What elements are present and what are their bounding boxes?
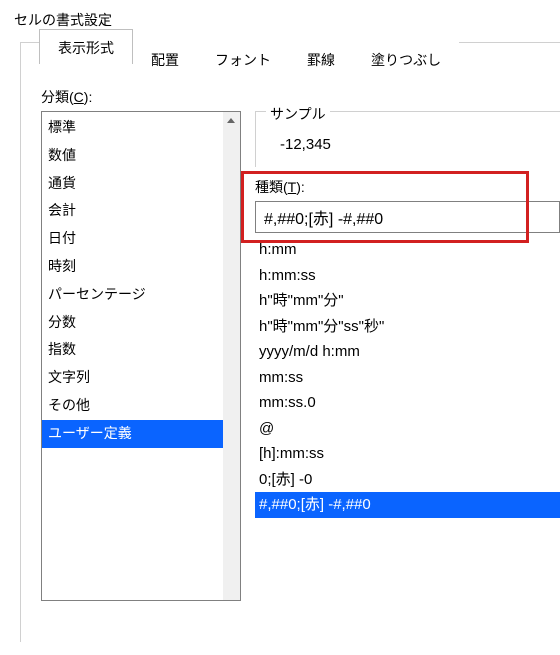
list-item[interactable]: @	[255, 416, 560, 442]
dialog-panel: 表示形式配置フォント罫線塗りつぶし 分類(C): 標準数値通貨会計日付時刻パーセ…	[20, 42, 560, 642]
list-item[interactable]: mm:ss.0	[255, 390, 560, 416]
list-item[interactable]: 指数	[42, 336, 240, 364]
sample-value: -12,345	[266, 136, 560, 153]
tab-フォント[interactable]: フォント	[197, 42, 289, 77]
tab-罫線[interactable]: 罫線	[289, 42, 353, 77]
list-item[interactable]: ユーザー定義	[42, 420, 240, 448]
type-input[interactable]	[255, 201, 560, 233]
tab-塗りつぶし[interactable]: 塗りつぶし	[353, 42, 459, 77]
scrollbar[interactable]	[223, 112, 240, 600]
list-item[interactable]: yyyy/m/d h:mm	[255, 339, 560, 365]
list-item[interactable]: 会計	[42, 197, 240, 225]
tab-表示形式[interactable]: 表示形式	[39, 29, 133, 64]
list-item[interactable]: 時刻	[42, 253, 240, 281]
list-item[interactable]: 日付	[42, 225, 240, 253]
list-item[interactable]: その他	[42, 392, 240, 420]
list-item[interactable]: 通貨	[42, 170, 240, 198]
list-item[interactable]: [h]:mm:ss	[255, 441, 560, 467]
list-item[interactable]: 0;[赤] -0	[255, 467, 560, 493]
sample-group: サンプル -12,345	[255, 111, 560, 167]
list-item[interactable]: 文字列	[42, 364, 240, 392]
type-label: 種類(T):	[255, 177, 560, 197]
list-item[interactable]: h:mm:ss	[255, 263, 560, 289]
list-item[interactable]: 数値	[42, 142, 240, 170]
type-listbox[interactable]: h:mmh:mm:ssh"時"mm"分"h"時"mm"分"ss"秒"yyyy/m…	[255, 237, 560, 518]
sample-label: サンプル	[266, 104, 330, 124]
list-item[interactable]: h"時"mm"分"	[255, 288, 560, 314]
list-item[interactable]: h"時"mm"分"ss"秒"	[255, 314, 560, 340]
list-item[interactable]: 標準	[42, 114, 240, 142]
list-item[interactable]: h:mm	[255, 237, 560, 263]
list-item[interactable]: パーセンテージ	[42, 281, 240, 309]
list-item[interactable]: 分数	[42, 309, 240, 337]
list-item[interactable]: mm:ss	[255, 365, 560, 391]
list-item[interactable]: #,##0;[赤] -#,##0	[255, 492, 560, 518]
tab-bar: 表示形式配置フォント罫線塗りつぶし	[39, 42, 459, 77]
category-listbox[interactable]: 標準数値通貨会計日付時刻パーセンテージ分数指数文字列その他ユーザー定義	[41, 111, 241, 601]
tab-配置[interactable]: 配置	[133, 42, 197, 77]
